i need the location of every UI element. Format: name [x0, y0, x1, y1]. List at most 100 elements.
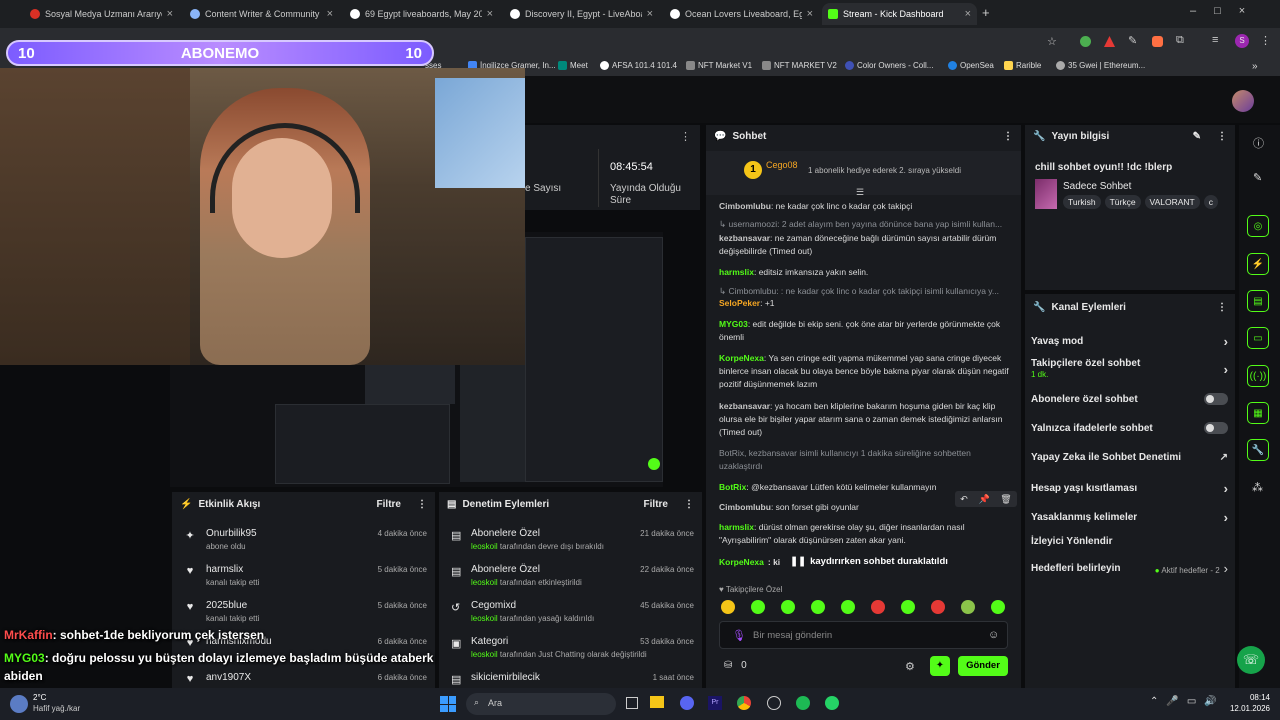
tag[interactable]: Turkish [1063, 195, 1101, 209]
more-icon[interactable]: ⋮ [1003, 131, 1013, 142]
chat-message[interactable]: harmslix: dürüst olman gerekirse olay şu… [719, 521, 1009, 547]
weather-icon[interactable] [10, 695, 28, 713]
chat-message[interactable]: SeloPeker: +1 [719, 297, 1009, 310]
bolt-icon[interactable]: ⚡ [1247, 253, 1269, 275]
close-icon[interactable]: × [965, 8, 971, 20]
broadcast-icon[interactable]: ((·)) [1247, 365, 1269, 387]
toggle-switch[interactable] [1204, 393, 1228, 405]
emote-icon[interactable] [871, 600, 885, 614]
chat-message[interactable]: kezbansavar: ne zaman döneceğine bağlı d… [719, 232, 1009, 258]
extension-icon[interactable] [1104, 36, 1115, 47]
tag[interactable]: Türkçe [1104, 195, 1141, 209]
bookmark[interactable]: NFT Market V1 [686, 61, 752, 70]
bookmark[interactable]: Rarible [1004, 61, 1041, 70]
bot-icon[interactable]: ✦ [930, 656, 950, 676]
moderation-item[interactable]: ▤ sikiciemirbilecik 1 saat önce [451, 670, 694, 688]
category-thumbnail[interactable] [1035, 179, 1057, 209]
more-bookmarks-icon[interactable]: » [1252, 61, 1258, 72]
browser-tab-active[interactable]: Stream - Kick Dashboard × [822, 3, 977, 25]
moderation-item[interactable]: ▤ Abonelere Özel leoskoil tarafından dev… [451, 526, 694, 558]
chat-username[interactable]: SeloPeker [719, 298, 760, 308]
tag[interactable]: VALORANT [1144, 195, 1200, 209]
obs-icon[interactable] [767, 696, 781, 710]
activity-item[interactable]: ♥ 2025blue kanalı takip etti 5 dakika ön… [184, 598, 427, 630]
chat-username[interactable]: KorpeNexa [719, 353, 764, 363]
emote-icon[interactable] [901, 600, 915, 614]
browser-tab[interactable]: 69 Egypt liveaboards, May 2026 × [344, 3, 499, 25]
layers-icon[interactable]: ▦ [1247, 402, 1269, 424]
moderation-item[interactable]: ▤ Abonelere Özel leoskoil tarafından etk… [451, 562, 694, 594]
emote-icon[interactable] [991, 600, 1005, 614]
emote-icon[interactable] [931, 600, 945, 614]
emote-icon[interactable] [961, 600, 975, 614]
send-button[interactable]: Gönder [958, 656, 1008, 676]
tools-icon[interactable]: 🔧 [1247, 439, 1269, 461]
chat-username[interactable]: Cimbomlubu [719, 502, 771, 512]
chat-message[interactable]: BotRix, kezbansavar isimli kullanıcıyı 1… [719, 447, 1009, 473]
activity-user[interactable]: 2025blue [206, 600, 247, 611]
menu-icon[interactable]: ⋮ [1260, 34, 1271, 47]
trash-icon[interactable]: 🗑 [1000, 494, 1011, 505]
bookmark[interactable]: 35 Gwei | Ethereum... [1056, 61, 1145, 70]
more-icon[interactable]: ⋮ [684, 499, 694, 510]
moderation-item[interactable]: ↺ Cegomixd leoskoil tarafından yasağı ka… [451, 598, 694, 630]
chrome-icon[interactable] [737, 696, 751, 710]
emote-icon[interactable] [751, 600, 765, 614]
chat-message[interactable]: ↳ usernamoozi: 2 adet alayım ben yayına … [719, 218, 1009, 231]
channel-action[interactable]: Abonelere özel sohbet [1031, 393, 1228, 405]
chat-message[interactable]: KorpeNexa: Ya sen cringe edit yapma müke… [719, 352, 1009, 391]
user-avatar[interactable] [1232, 90, 1254, 112]
chat-icon[interactable]: ▭ [1247, 327, 1269, 349]
extension-icon[interactable]: ✎ [1128, 34, 1137, 47]
chat-username[interactable]: MYG03 [719, 319, 748, 329]
moderator-name[interactable]: leoskoil [471, 578, 498, 587]
emote-icon[interactable] [841, 600, 855, 614]
channel-action[interactable]: Yalnızca ifadelerle sohbet [1031, 422, 1228, 434]
filter-button[interactable]: Filtre [644, 499, 668, 510]
chat-message[interactable]: Cimbomlubu: ne kadar çok linc o kadar ço… [719, 200, 1009, 213]
activity-item[interactable]: ♥ harmslix kanalı takip etti 5 dakika ön… [184, 562, 427, 594]
browser-tab[interactable]: Ocean Lovers Liveaboard, Egypt× [664, 3, 819, 25]
tag[interactable]: c [1203, 195, 1218, 209]
media-icon[interactable]: ≡ [1212, 34, 1218, 46]
extension-icon[interactable] [1152, 36, 1163, 47]
more-icon[interactable]: ⋮ [417, 499, 427, 510]
puzzle-icon[interactable]: ⧉ [1176, 34, 1184, 47]
close-icon[interactable]: × [167, 8, 173, 20]
star-icon[interactable]: ☆ [1047, 35, 1057, 48]
channel-action[interactable]: Hesap yaşı kısıtlaması › [1031, 481, 1228, 496]
extension-icon[interactable] [1080, 36, 1091, 47]
taskbar-search[interactable]: ⌕ Ara [466, 693, 616, 715]
channel-action[interactable]: Hedefleri belirleyin ● Aktif hedefler - 2… [1031, 561, 1228, 576]
activity-user[interactable]: Onurbilik95 [206, 528, 257, 539]
window-controls[interactable]: –□× [1190, 5, 1263, 17]
chat-username[interactable]: Cimbomlubu [719, 201, 771, 211]
activity-item[interactable]: ✦ Onurbilik95 abone oldu 4 dakika önce [184, 526, 427, 558]
moderation-item[interactable]: ▣ Kategori leoskoil tarafından Just Chat… [451, 634, 694, 666]
edit-icon[interactable]: ✎ [1253, 171, 1262, 184]
browser-tab[interactable]: Content Writer & Community M × [184, 3, 339, 25]
bookmark[interactable]: Color Owners - Coll... [845, 61, 933, 70]
info-icon[interactable]: ⓘ [1253, 135, 1264, 151]
chat-input[interactable]: 🎙 Bir mesaj gönderin ☺ [719, 621, 1008, 649]
activity-user[interactable]: anv1907X [206, 672, 251, 683]
close-icon[interactable]: × [327, 8, 333, 20]
emote-icon[interactable] [811, 600, 825, 614]
chat-message[interactable]: MYG03: edit değilde bi ekip seni. çok ön… [719, 318, 1009, 344]
bookmark[interactable]: Meet [558, 61, 588, 70]
document-icon[interactable]: ▤ [1247, 290, 1269, 312]
chat-username[interactable]: kezbansavar [719, 401, 770, 411]
moderator-name[interactable]: leoskoil [471, 614, 498, 623]
start-icon[interactable] [440, 696, 456, 712]
task-view-icon[interactable] [626, 697, 638, 709]
premiere-icon[interactable]: Pr [708, 696, 722, 710]
chat-paused-notice[interactable]: KorpeNexa: ki ❚❚ kaydırırken sohbet dura… [719, 555, 1009, 568]
category-name[interactable]: Sadece Sohbet [1063, 181, 1131, 192]
channel-action[interactable]: Yapay Zeka ile Sohbet Denetimi ↗ [1031, 452, 1228, 463]
emoji-icon[interactable]: ☺ [988, 629, 999, 641]
chat-username[interactable]: harmslix [719, 522, 754, 532]
nodes-icon[interactable]: ⁂ [1252, 481, 1263, 494]
filter-button[interactable]: Filtre [377, 499, 401, 510]
more-icon[interactable]: ⋮ [680, 130, 691, 143]
moderator-name[interactable]: leoskoil [471, 542, 498, 551]
